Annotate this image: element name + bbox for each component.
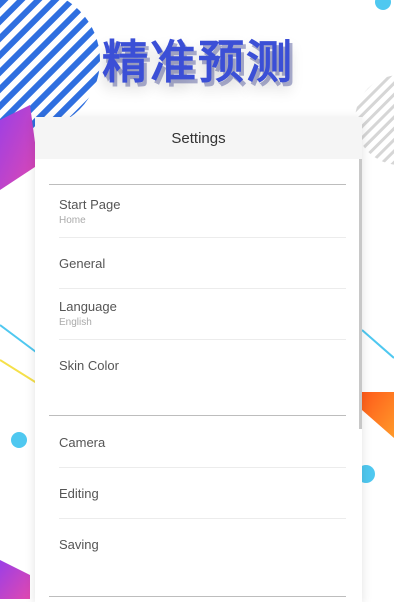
setting-label: General [59,256,106,271]
section-divider [49,415,346,416]
setting-skin-color[interactable]: Skin Color [59,340,346,391]
cyan-dot-decoration [375,0,391,10]
setting-label: Start Page [59,197,121,212]
section-divider [49,184,346,185]
setting-label: Skin Color [59,358,119,373]
cyan-dot-decoration [11,432,27,448]
setting-label: Saving [59,537,99,552]
purple-band-decoration [0,560,30,599]
setting-label: Language [59,299,117,314]
line-decoration [0,359,41,386]
striped-circle-decoration [0,0,100,130]
line-decoration [0,324,41,356]
setting-general[interactable]: General [59,238,346,289]
setting-value: English [59,317,92,328]
line-decoration [361,329,394,359]
setting-language[interactable]: Language English [59,289,346,340]
setting-label: Camera [59,435,106,450]
setting-label: Editing [59,486,99,501]
settings-panel: Settings Start Page Home General Languag… [35,117,362,602]
section-divider [49,596,346,597]
setting-start-page[interactable]: Start Page Home [59,187,346,238]
scrollbar[interactable] [359,159,362,429]
orange-band-decoration [362,392,394,438]
setting-saving[interactable]: Saving [59,519,346,570]
setting-value: Home [59,215,86,226]
setting-editing[interactable]: Editing [59,468,346,519]
settings-title: Settings [35,117,362,159]
banner-title: 精准预测 [102,35,294,89]
setting-camera[interactable]: Camera [59,417,346,468]
